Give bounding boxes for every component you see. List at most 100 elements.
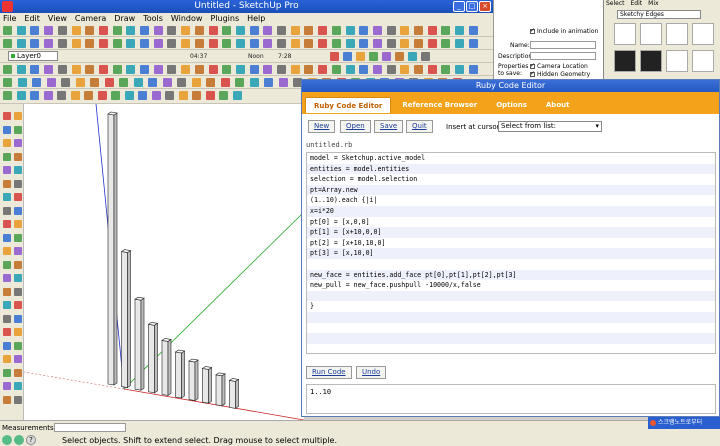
toolbar-tool-icon[interactable] xyxy=(331,26,341,35)
run-code-button[interactable]: Run Code xyxy=(306,366,352,379)
toolbar-tool-icon[interactable] xyxy=(427,65,437,74)
side-tool-icon[interactable] xyxy=(3,220,11,228)
toolbar-tool-icon[interactable] xyxy=(192,91,201,100)
toolbar-tool-icon[interactable] xyxy=(3,26,12,35)
minimize-button[interactable]: _ xyxy=(453,1,465,12)
side-tool-icon[interactable] xyxy=(14,166,22,174)
extruded-bar[interactable] xyxy=(175,351,182,399)
toolbar-tool-icon[interactable] xyxy=(263,39,273,48)
toolbar-tool-icon[interactable] xyxy=(126,26,136,35)
side-tool-icon[interactable] xyxy=(3,125,11,134)
menu-plugins[interactable]: Plugins xyxy=(210,13,239,24)
toolbar-tool-icon[interactable] xyxy=(165,91,174,100)
toolbar-tool-icon[interactable] xyxy=(414,65,423,74)
extruded-bar[interactable] xyxy=(215,374,223,407)
toolbar-tool-icon[interactable] xyxy=(372,26,382,35)
toolbar-tool-icon[interactable] xyxy=(112,39,122,48)
toolbar-tool-icon[interactable] xyxy=(219,91,228,100)
toolbar-tool-icon[interactable] xyxy=(181,65,191,74)
side-tool-icon[interactable] xyxy=(14,233,22,242)
toolbar-tool-icon[interactable] xyxy=(427,39,437,48)
toolbar-tool-icon[interactable] xyxy=(369,52,378,61)
toolbar-tool-icon[interactable] xyxy=(386,65,396,74)
toolbar-tool-icon[interactable] xyxy=(151,91,161,100)
description-field[interactable] xyxy=(530,52,596,60)
toolbar-tool-icon[interactable] xyxy=(427,26,437,35)
toolbar-tool-icon[interactable] xyxy=(318,26,328,35)
layer-select[interactable]: Layer0 xyxy=(8,51,58,61)
toolbar-tool-icon[interactable] xyxy=(57,39,67,48)
side-tool-icon[interactable] xyxy=(3,233,11,242)
extruded-bar[interactable] xyxy=(134,298,142,391)
toolbar-tool-icon[interactable] xyxy=(16,26,26,35)
toolbar-tool-icon[interactable] xyxy=(455,39,465,48)
extruded-bar[interactable] xyxy=(229,380,236,409)
toolbar-tool-icon[interactable] xyxy=(85,65,95,74)
toolbar-tool-icon[interactable] xyxy=(421,52,430,61)
model-viewport[interactable] xyxy=(24,104,304,420)
side-tool-icon[interactable] xyxy=(14,274,22,282)
extruded-bar[interactable] xyxy=(161,340,169,396)
tab-options[interactable]: Options xyxy=(488,97,535,113)
toolbar-tool-icon[interactable] xyxy=(278,78,288,87)
side-tool-icon[interactable] xyxy=(3,301,11,309)
toolbar-tool-icon[interactable] xyxy=(71,39,81,48)
toolbar-tool-icon[interactable] xyxy=(153,26,163,35)
side-tool-icon[interactable] xyxy=(3,139,11,147)
toolbar-tool-icon[interactable] xyxy=(140,26,149,35)
side-tool-icon[interactable] xyxy=(14,341,22,350)
toolbar-tool-icon[interactable] xyxy=(205,91,215,100)
toolbar-tool-icon[interactable] xyxy=(235,65,245,74)
toolbar-tool-icon[interactable] xyxy=(133,78,143,87)
side-tool-icon[interactable] xyxy=(3,247,11,255)
toolbar-tool-icon[interactable] xyxy=(140,65,149,74)
toolbar-tool-icon[interactable] xyxy=(345,39,355,48)
toolbar-tool-icon[interactable] xyxy=(126,65,136,74)
side-tool-icon[interactable] xyxy=(3,395,11,404)
toolbar-tool-icon[interactable] xyxy=(400,65,410,74)
toolbar-tool-icon[interactable] xyxy=(71,26,81,35)
credits-icon[interactable] xyxy=(14,435,24,445)
code-editor[interactable]: model = Sketchup.active_model entities = … xyxy=(306,152,716,354)
name-field[interactable] xyxy=(530,41,596,49)
side-tool-icon[interactable] xyxy=(3,152,11,161)
side-tool-icon[interactable] xyxy=(3,260,11,269)
toolbar-tool-icon[interactable] xyxy=(468,26,478,35)
toolbar-tool-icon[interactable] xyxy=(441,65,451,74)
toolbar-tool-icon[interactable] xyxy=(220,78,230,87)
toolbar-tool-icon[interactable] xyxy=(61,78,70,87)
toolbar-tool-icon[interactable] xyxy=(414,26,423,35)
toolbar-tool-icon[interactable] xyxy=(84,91,93,100)
side-tool-icon[interactable] xyxy=(3,112,11,120)
toolbar-tool-icon[interactable] xyxy=(468,39,478,48)
toolbar-tool-icon[interactable] xyxy=(85,26,95,35)
style-thumbnail[interactable] xyxy=(692,23,714,45)
extruded-bar[interactable] xyxy=(188,360,196,401)
toolbar-tool-icon[interactable] xyxy=(57,91,66,100)
toolbar-tool-icon[interactable] xyxy=(386,26,396,35)
side-tool-icon[interactable] xyxy=(3,166,11,174)
toolbar-tool-icon[interactable] xyxy=(263,65,273,74)
side-tool-icon[interactable] xyxy=(14,179,22,188)
toolbar-tool-icon[interactable] xyxy=(386,39,396,48)
toolbar-tool-icon[interactable] xyxy=(290,26,300,35)
toolbar-tool-icon[interactable] xyxy=(359,39,369,48)
toolbar-tool-icon[interactable] xyxy=(30,39,40,48)
toolbar-tool-icon[interactable] xyxy=(249,78,259,87)
side-tool-icon[interactable] xyxy=(14,355,22,363)
save-button[interactable]: Save xyxy=(374,120,404,133)
side-tool-icon[interactable] xyxy=(3,274,11,282)
toolbar-tool-icon[interactable] xyxy=(44,65,54,74)
side-tool-icon[interactable] xyxy=(14,395,22,404)
toolbar-tool-icon[interactable] xyxy=(359,26,369,35)
toolbar-tool-icon[interactable] xyxy=(3,39,12,48)
insert-snippet-select[interactable]: Select from list: xyxy=(498,121,602,132)
toolbar-tool-icon[interactable] xyxy=(414,39,423,48)
toolbar-tool-icon[interactable] xyxy=(112,26,122,35)
side-tool-icon[interactable] xyxy=(14,368,22,377)
toolbar-tool-icon[interactable] xyxy=(43,91,53,100)
side-tool-icon[interactable] xyxy=(14,287,22,296)
toolbar-tool-icon[interactable] xyxy=(331,65,341,74)
toolbar-tool-icon[interactable] xyxy=(468,65,478,74)
measurements-field[interactable] xyxy=(54,423,126,432)
